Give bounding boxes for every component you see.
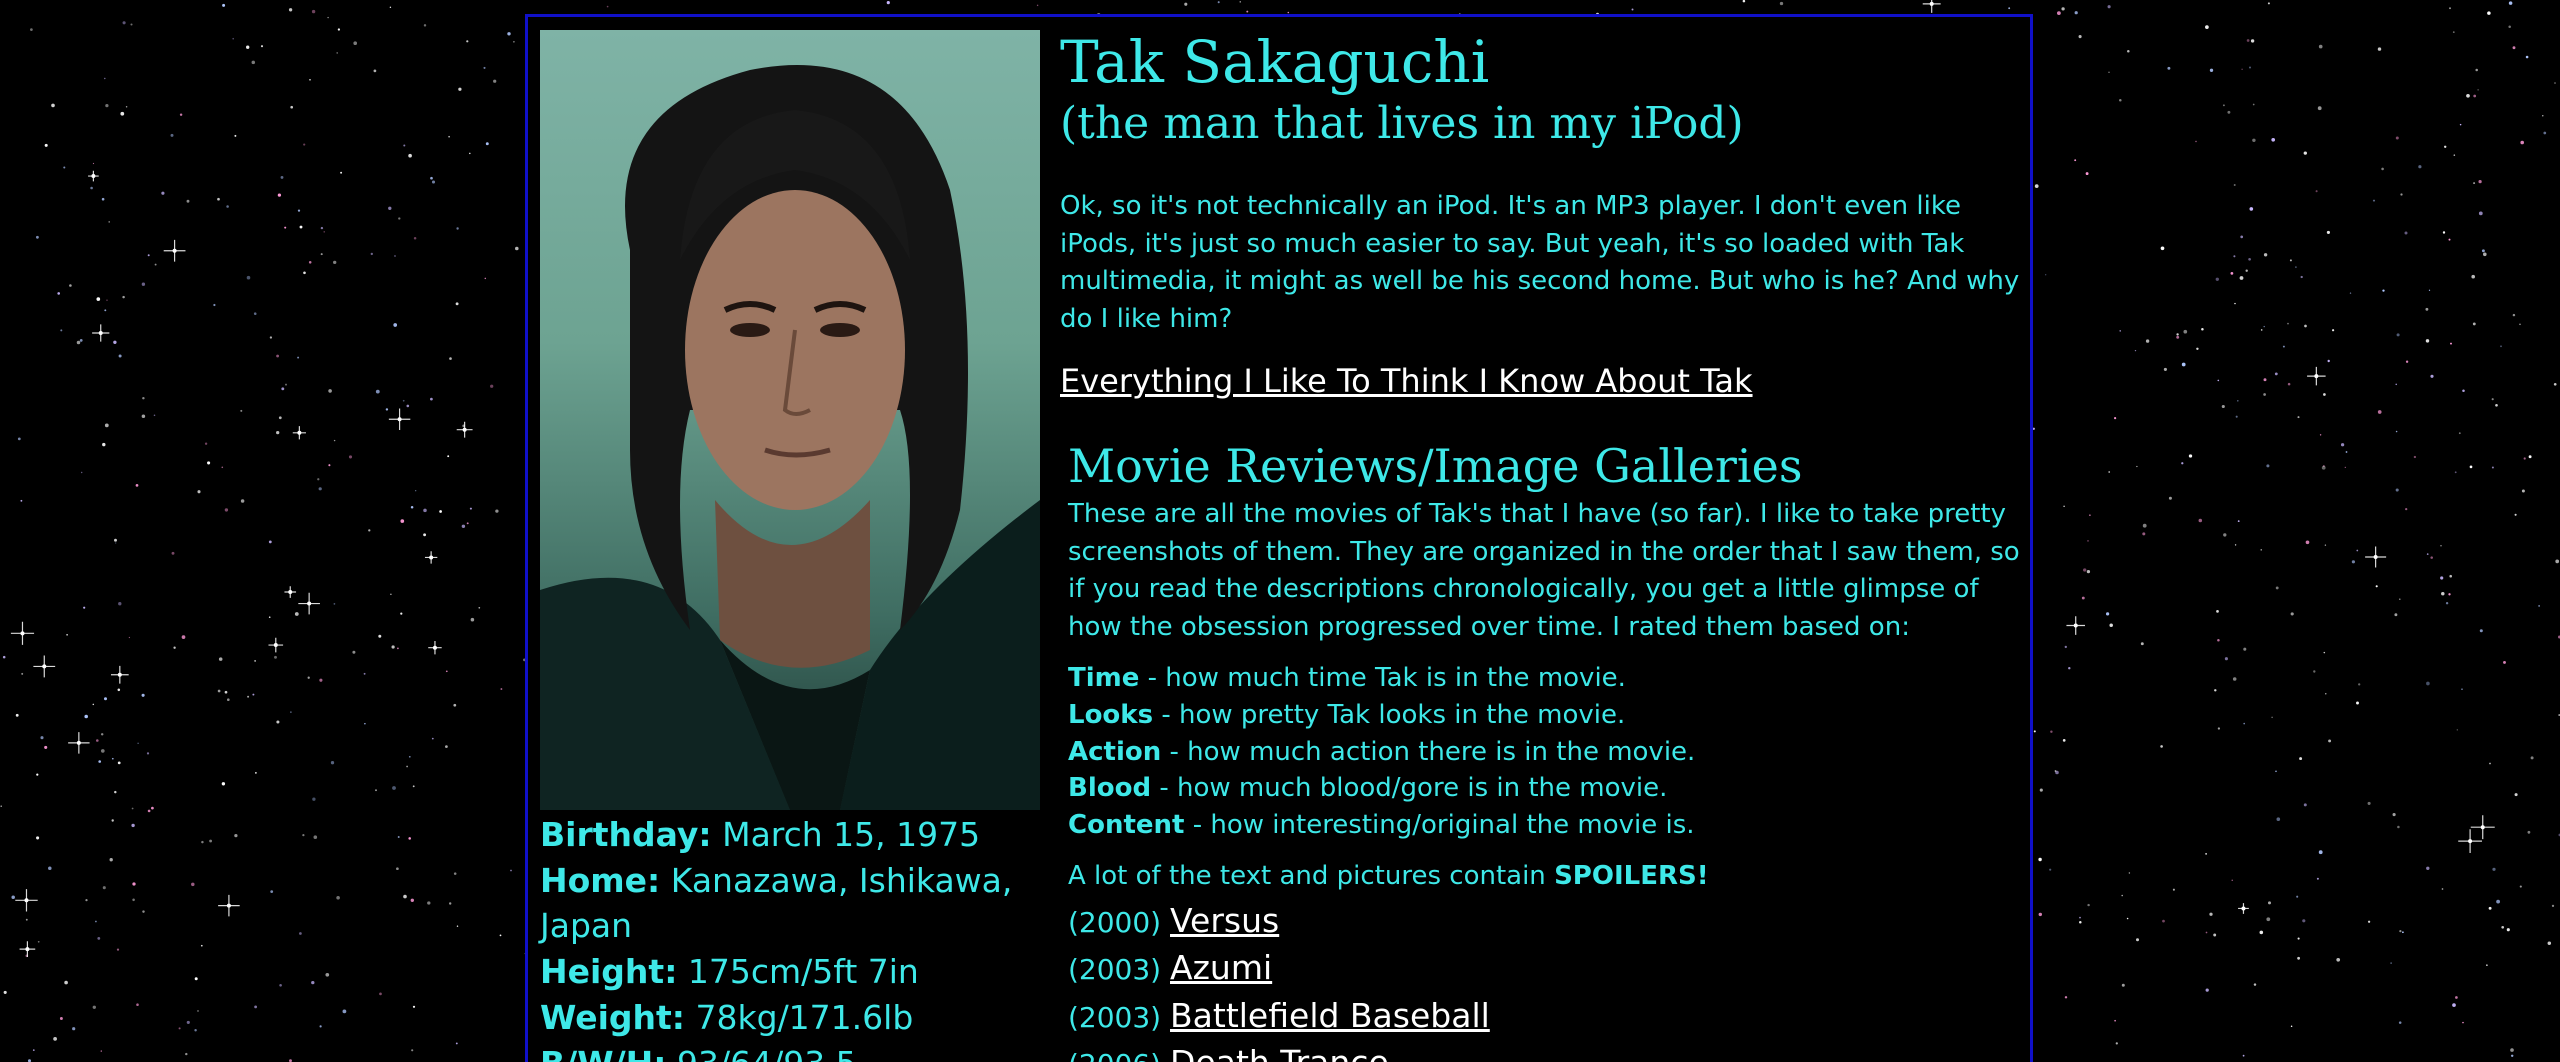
criteria-item: Looks - how pretty Tak looks in the movi… [1068, 697, 2020, 734]
reviews-intro: These are all the movies of Tak's that I… [1068, 499, 2020, 642]
reviews-section: Movie Reviews/Image Galleries These are … [1068, 438, 2020, 1062]
weight-label: Weight: [540, 997, 686, 1037]
bwh-label: B/W/H: [540, 1044, 666, 1062]
criteria-label: Blood [1068, 773, 1152, 804]
intro-paragraph: Ok, so it's not technically an iPod. It'… [1060, 191, 2020, 334]
birthday-row: Birthday: March 15, 1975 [540, 812, 1030, 858]
criteria-text: - how interesting/original the movie is. [1184, 810, 1695, 841]
criteria-item: Action - how much action there is in the… [1068, 734, 2020, 771]
criteria-label: Looks [1068, 699, 1154, 730]
page-title: Tak Sakaguchi [1060, 28, 1490, 96]
height-row: Height: 175cm/5ft 7in [540, 949, 1030, 995]
profile-stats: Birthday: March 15, 1975 Home: Kanazawa,… [540, 812, 1030, 1062]
main-column: Tak Sakaguchi (the man that lives in my … [1060, 28, 2020, 1062]
height-label: Height: [540, 952, 678, 992]
movie-year: (2003) [1068, 953, 1162, 987]
spoiler-text: A lot of the text and pictures contain [1068, 860, 1555, 891]
criteria-text: - how pretty Tak looks in the movie. [1153, 699, 1626, 730]
bwh-row: B/W/H: 93/64/93.5 [540, 1041, 1030, 1062]
movie-year: (2000) [1068, 905, 1162, 939]
home-row: Home: Kanazawa, Ishikawa, Japan [540, 858, 1030, 949]
criteria-text: - how much blood/gore is in the movie. [1151, 773, 1668, 804]
movie-item: (2000) Versus [1068, 898, 2020, 946]
movie-item: (2003) Azumi [1068, 945, 2020, 993]
about-tak-link[interactable]: Everything I Like To Think I Know About … [1060, 362, 1753, 400]
movie-list: (2000) Versus (2003) Azumi (2003) Battle… [1068, 898, 2020, 1062]
criteria-label: Action [1068, 736, 1162, 767]
home-label: Home: [540, 860, 661, 900]
portrait-photo [540, 30, 1040, 810]
movie-year: (2006) [1068, 1048, 1161, 1062]
criteria-item: Blood - how much blood/gore is in the mo… [1068, 770, 2020, 807]
weight-value: 78kg/171.6lb [695, 997, 914, 1037]
criteria-item: Content - how interesting/original the m… [1068, 807, 2020, 844]
movie-link-azumi[interactable]: Azumi [1170, 948, 1272, 987]
rating-criteria: Time - how much time Tak is in the movie… [1068, 660, 2020, 844]
movie-item: (2003) Battlefield Baseball [1068, 993, 2020, 1041]
page-subtitle: (the man that lives in my iPod) [1060, 98, 1744, 149]
criteria-label: Content [1068, 810, 1185, 841]
spoiler-emphasis: SPOILERS! [1554, 860, 1709, 891]
movie-item: (2006) Death Trance [1068, 1040, 2020, 1062]
birthday-value: March 15, 1975 [722, 815, 981, 854]
criteria-item: Time - how much time Tak is in the movie… [1068, 660, 2020, 697]
criteria-text: - how much time Tak is in the movie. [1139, 663, 1626, 693]
movie-link-battlefield-baseball[interactable]: Battlefield Baseball [1170, 996, 1490, 1035]
movie-link-death-trance[interactable]: Death Trance [1170, 1043, 1389, 1062]
criteria-label: Time [1068, 663, 1140, 693]
bwh-value: 93/64/93.5 [677, 1044, 857, 1062]
movie-year: (2003) [1068, 1000, 1162, 1034]
movie-link-versus[interactable]: Versus [1170, 901, 1279, 940]
reviews-heading: Movie Reviews/Image Galleries [1068, 439, 1803, 493]
criteria-text: - how much action there is in the movie. [1161, 736, 1696, 767]
birthday-label: Birthday: [540, 815, 712, 854]
spoiler-warning: A lot of the text and pictures contain S… [1068, 858, 2020, 894]
weight-row: Weight: 78kg/171.6lb [540, 995, 1030, 1041]
height-value: 175cm/5ft 7in [687, 952, 919, 992]
